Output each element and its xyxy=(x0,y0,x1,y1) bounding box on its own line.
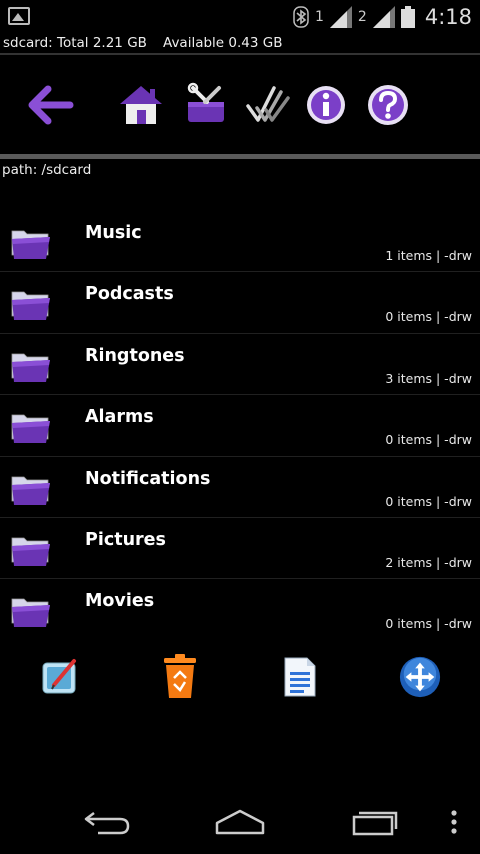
action-bar xyxy=(0,645,480,715)
divider xyxy=(0,53,480,55)
folder-name: Movies xyxy=(85,591,155,612)
sim1-label: 1 xyxy=(314,9,324,25)
navigation-bar xyxy=(0,790,480,854)
edit-button[interactable] xyxy=(38,653,82,701)
folder-icon xyxy=(11,537,50,566)
folder-icon xyxy=(11,598,50,628)
list-item[interactable]: Notifications 0 items | -drw xyxy=(0,457,480,518)
help-button[interactable] xyxy=(364,80,412,130)
multi-select-button[interactable] xyxy=(243,80,291,130)
overflow-menu-button[interactable] xyxy=(444,804,464,840)
battery-icon xyxy=(400,6,415,28)
folder-icon xyxy=(11,353,50,382)
recents-icon xyxy=(352,811,398,836)
clock: 4:18 xyxy=(424,5,472,29)
folder-name: Podcasts xyxy=(85,284,174,305)
overflow-menu-icon xyxy=(451,810,457,834)
back-icon xyxy=(84,812,130,835)
folder-meta: 1 items | -drw xyxy=(385,248,472,263)
nav-recents-button[interactable] xyxy=(348,804,402,840)
toolbox-icon xyxy=(187,82,224,122)
list-item[interactable]: Alarms 0 items | -drw xyxy=(0,395,480,457)
status-bar: 1 2 4:18 xyxy=(0,0,480,32)
move-button[interactable] xyxy=(398,653,442,701)
folder-meta: 0 items | -drw xyxy=(385,616,472,631)
home-button[interactable] xyxy=(117,80,165,130)
help-icon xyxy=(368,85,408,125)
folder-name: Pictures xyxy=(85,529,166,550)
folder-name: Notifications xyxy=(85,468,211,489)
move-arrows-icon xyxy=(399,656,441,698)
new-file-button[interactable] xyxy=(278,653,322,701)
signal-strength-icon xyxy=(329,6,352,28)
list-item[interactable]: Music 1 items | -drw xyxy=(0,211,480,273)
storage-available: Available 0.43 GB xyxy=(163,35,283,51)
folder-meta: 2 items | -drw xyxy=(385,554,472,570)
document-icon xyxy=(284,657,316,697)
bluetooth-icon xyxy=(293,6,309,28)
info-button[interactable] xyxy=(302,80,350,130)
checkmarks-icon xyxy=(246,86,290,122)
folder-icon xyxy=(11,291,50,321)
gallery-notification-icon xyxy=(8,7,30,25)
list-item[interactable]: Pictures 2 items | -drw xyxy=(0,518,480,580)
folder-meta: 0 items | -drw xyxy=(385,309,472,325)
list-item[interactable]: Podcasts 0 items | -drw xyxy=(0,272,480,334)
toolbar xyxy=(0,60,480,152)
current-path: path: /sdcard xyxy=(2,162,92,178)
back-arrow-icon xyxy=(28,85,74,125)
folder-name: Ringtones xyxy=(85,345,185,366)
home-outline-icon xyxy=(215,809,265,835)
folder-icon xyxy=(11,476,50,505)
list-item[interactable]: Movies 0 items | -drw xyxy=(0,579,480,631)
nav-home-button[interactable] xyxy=(213,804,267,840)
folder-meta: 3 items | -drw xyxy=(385,370,472,386)
folder-name: Music xyxy=(85,223,142,243)
folder-name: Alarms xyxy=(85,407,154,428)
home-icon xyxy=(120,86,162,124)
nav-back-button[interactable] xyxy=(80,804,134,840)
storage-total: sdcard: Total 2.21 GB xyxy=(3,35,147,51)
info-icon xyxy=(307,86,345,124)
back-button[interactable] xyxy=(24,80,76,130)
storage-info: sdcard: Total 2.21 GB Available 0.43 GB xyxy=(3,35,477,51)
folder-icon xyxy=(11,230,50,259)
recycle-bin-icon xyxy=(164,654,196,698)
delete-button[interactable] xyxy=(158,653,202,701)
sim2-label: 2 xyxy=(357,9,367,25)
folder-list[interactable]: Music 1 items | -drw Podcasts 0 items | … xyxy=(0,211,480,631)
signal-strength-icon-2 xyxy=(372,6,395,28)
tools-button[interactable] xyxy=(182,80,230,130)
folder-meta: 0 items | -drw xyxy=(385,432,472,448)
edit-icon xyxy=(42,659,76,694)
list-item[interactable]: Ringtones 3 items | -drw xyxy=(0,334,480,396)
folder-meta: 0 items | -drw xyxy=(385,493,472,509)
folder-icon xyxy=(11,414,50,444)
status-icons: 1 2 4:18 xyxy=(293,4,472,30)
divider xyxy=(0,154,480,159)
